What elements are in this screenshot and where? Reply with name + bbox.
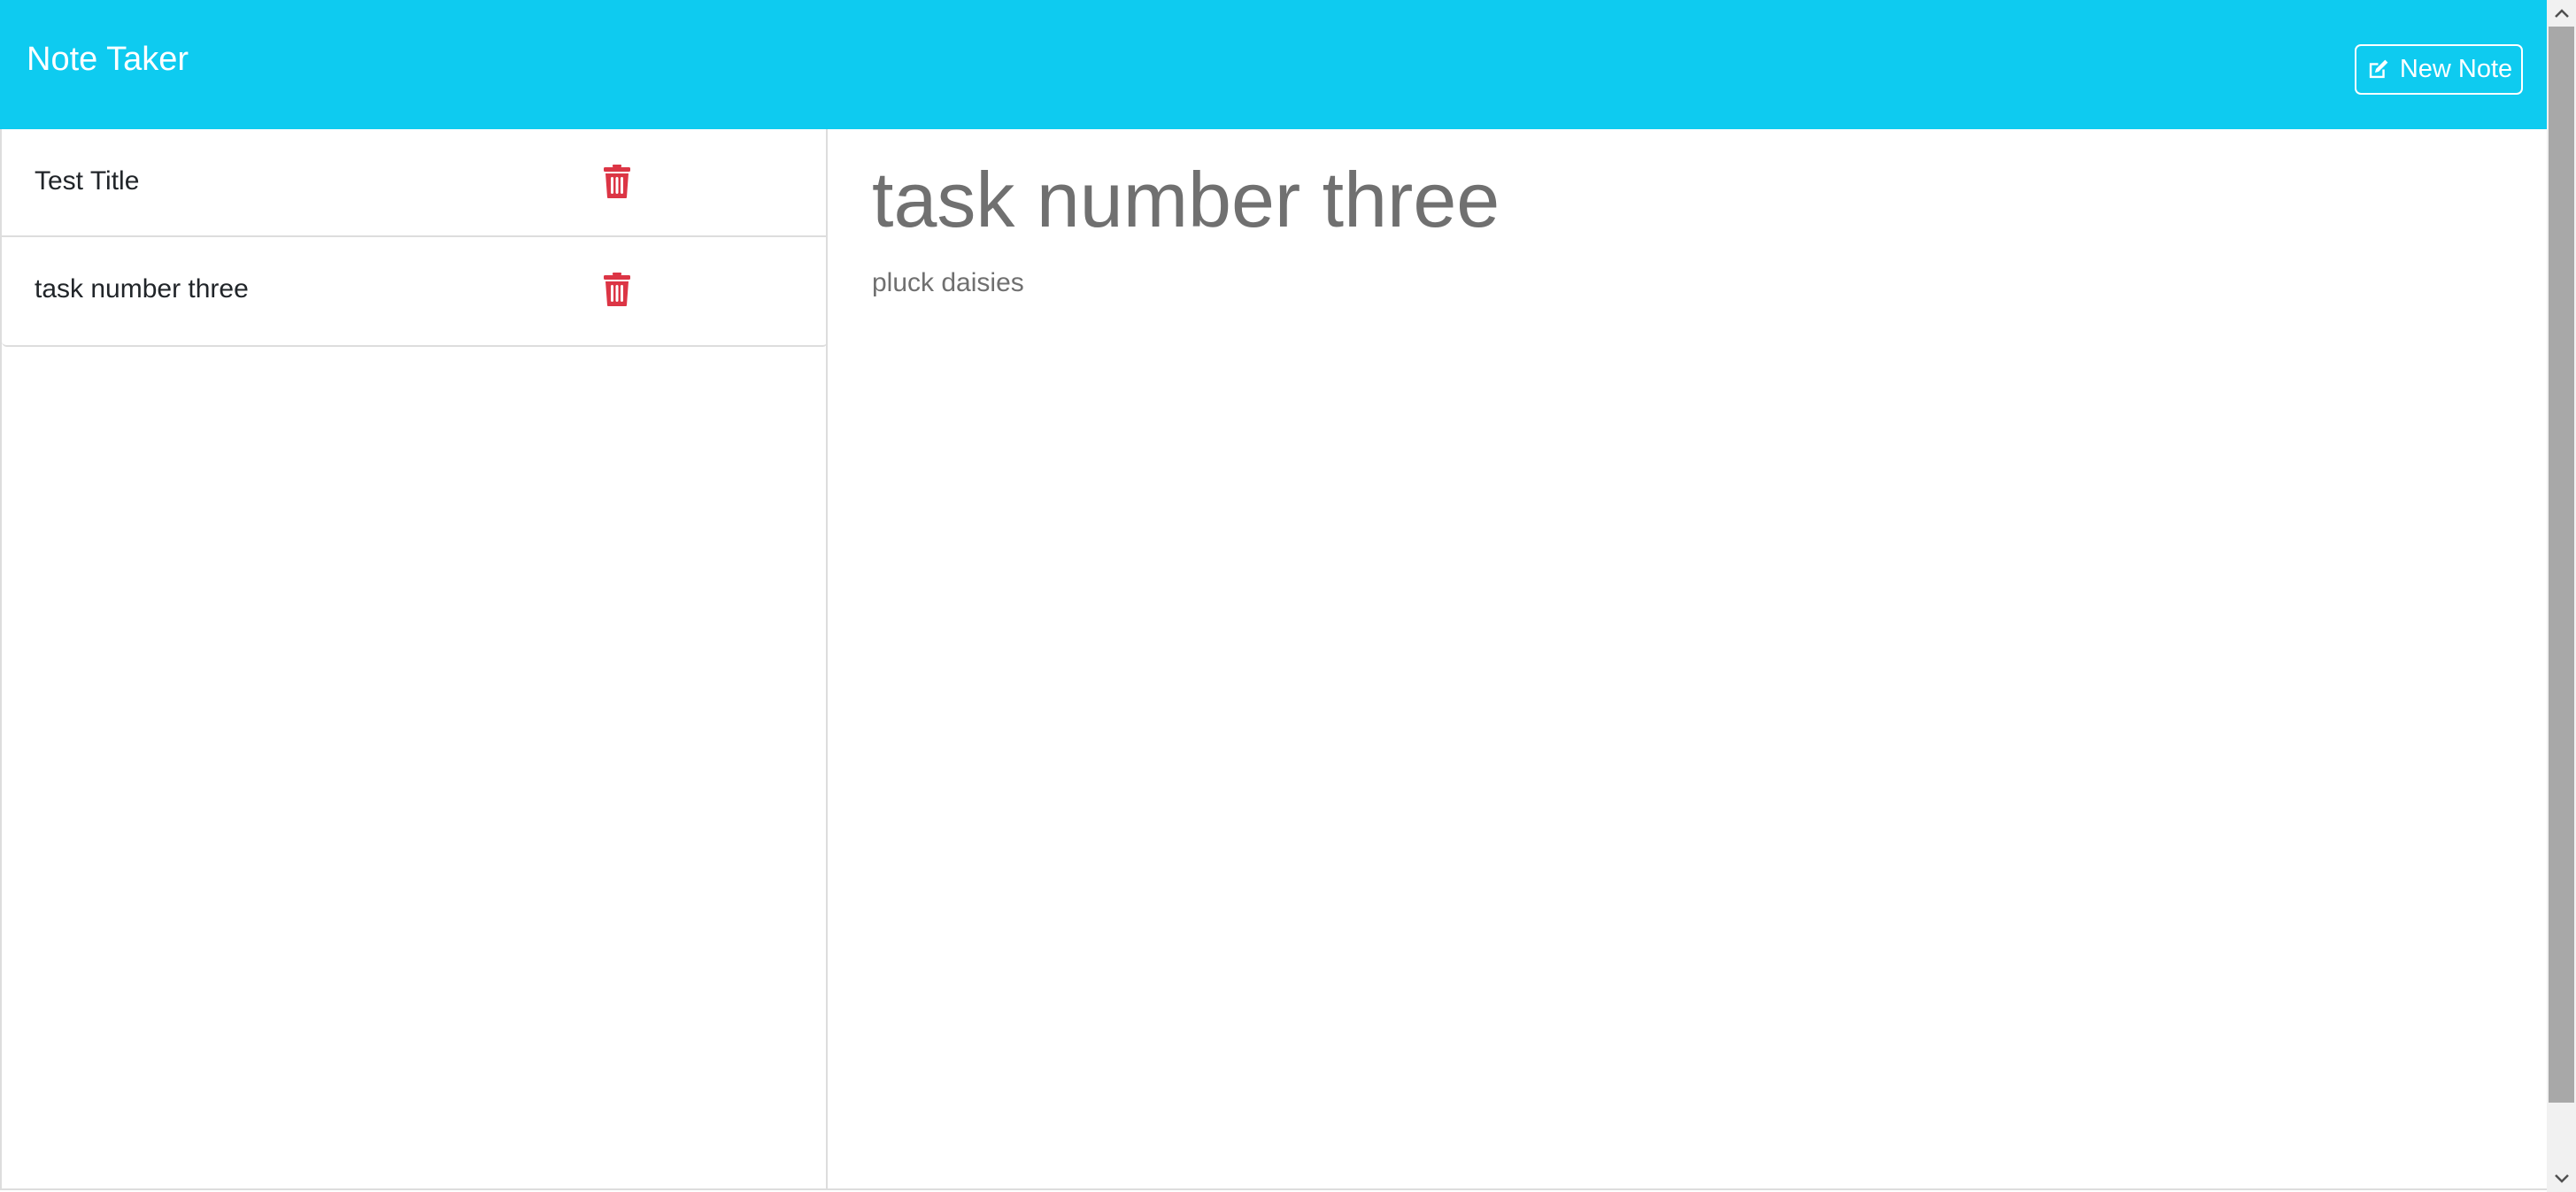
scroll-down-arrow-icon[interactable] (2547, 1165, 2576, 1192)
note-title[interactable]: task number three (872, 157, 1500, 243)
note-list-item[interactable]: Test Title (2, 129, 828, 237)
note-list-item[interactable]: task number three (2, 237, 828, 345)
note-editor: task number three pluck daisies (828, 129, 2547, 1190)
app-title[interactable]: Note Taker (27, 42, 189, 76)
new-note-label: New Note (2399, 55, 2513, 83)
note-list-item-title[interactable]: task number three (35, 276, 249, 303)
trash-icon[interactable] (604, 165, 630, 198)
vertical-scrollbar[interactable] (2547, 0, 2576, 1192)
scroll-up-arrow-icon[interactable] (2547, 0, 2576, 27)
navbar: Note Taker New Note (0, 0, 2547, 129)
note-sidebar: Test Title task number three (0, 129, 828, 1190)
pencil-square-icon (2365, 57, 2391, 82)
note-textarea[interactable]: pluck daisies (872, 267, 1024, 299)
scrollbar-thumb[interactable] (2549, 27, 2574, 1103)
note-list: Test Title task number three (2, 129, 828, 347)
app-window: Note Taker New Note Test Title task numb… (0, 0, 2547, 1192)
trash-icon[interactable] (604, 273, 630, 306)
new-note-button[interactable]: New Note (2355, 44, 2523, 95)
note-list-item-title[interactable]: Test Title (35, 168, 139, 195)
